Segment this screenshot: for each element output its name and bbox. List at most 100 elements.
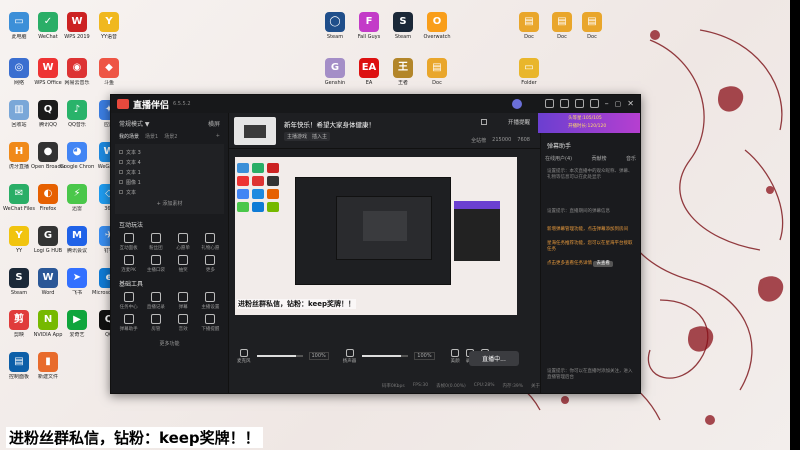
desktop-icon[interactable]: O Overwatch <box>420 12 454 40</box>
add-source-button[interactable]: + 添加素材 <box>119 197 220 210</box>
desktop-icon[interactable]: 王王者 <box>386 58 420 86</box>
desktop-icon[interactable]: G Genshin <box>318 58 352 86</box>
tab-online-users[interactable]: 在线用户(4) <box>545 155 572 162</box>
desktop-icon[interactable]: ♪ QQ音乐 <box>60 100 94 128</box>
stream-cover-thumbnail[interactable] <box>234 117 276 145</box>
close-icon[interactable]: ✕ <box>627 99 634 108</box>
rank-link[interactable]: 全站榜 <box>471 137 486 144</box>
desktop-icon[interactable]: M 腾讯会议 <box>60 226 94 254</box>
mic-volume-slider[interactable] <box>256 355 303 357</box>
checkbox[interactable] <box>119 150 123 154</box>
tab-music[interactable]: 音乐 <box>626 155 636 162</box>
desktop-icon[interactable]: Y YY语音 <box>92 12 126 40</box>
live-status-button[interactable]: 直播中... <box>469 351 519 366</box>
more-features-button[interactable]: 更多功能 <box>111 332 228 347</box>
bell-icon <box>205 314 216 324</box>
tool-pk[interactable]: 连麦PK <box>115 255 142 273</box>
app-icon: W <box>38 268 58 288</box>
tool-task-center[interactable]: 任务中心 <box>115 292 142 310</box>
app-icon: ♪ <box>67 100 87 120</box>
hint-text: 新增弹幕管理功能，点击弹幕添加到房间 <box>547 227 628 232</box>
tab-my-scenes[interactable]: 我的场景 <box>119 133 139 140</box>
desktop-icon[interactable]: ◯ Steam <box>318 12 352 40</box>
desktop-icon[interactable]: S Steam <box>386 12 420 40</box>
tool-pocket[interactable]: 主播口袋 <box>142 255 169 273</box>
gift-icon[interactable] <box>574 99 584 108</box>
list-item[interactable]: 文本 4 <box>119 157 220 167</box>
hint-text: 星海任务推荐功能，您可以在星海平台接取任务 <box>547 241 633 252</box>
orientation-toggle[interactable]: 横屏 <box>208 119 220 128</box>
app-icon: M <box>67 226 87 246</box>
beauty-button[interactable]: 美颜 <box>451 348 460 364</box>
list-item[interactable]: 文本 3 <box>119 147 220 157</box>
mic-volume-value[interactable]: 100% <box>308 352 329 360</box>
tool-sound-effect[interactable]: 音效 <box>170 314 197 332</box>
desktop-icon[interactable]: ◉ 网易云音乐 <box>60 58 94 86</box>
avatar[interactable] <box>512 99 522 109</box>
desktop-icon-label: Folder <box>521 80 537 86</box>
tool-barrage-helper[interactable]: 弹幕助手 <box>115 314 142 332</box>
category-tag[interactable]: 主播游戏 <box>284 132 311 141</box>
tab-scene-2[interactable]: 场景2 <box>164 133 177 140</box>
live-preview[interactable]: 进粉丝群私信，钻粉：keep奖牌！！ <box>235 157 517 315</box>
desktop-icon[interactable]: ▤ Doc <box>512 12 546 40</box>
app-icon: ▤ <box>582 12 602 32</box>
desktop-icon[interactable]: ▤ Doc <box>545 12 579 40</box>
tool-wishlist[interactable]: 心愿单 <box>170 233 197 251</box>
level-banner[interactable]: 头等星:105/105 开播时长:120/120 <box>538 113 640 133</box>
list-item[interactable]: 文本 <box>119 187 220 197</box>
maximize-icon[interactable]: ▢ <box>615 100 622 108</box>
desktop-icon[interactable]: ⚡ 迅雷 <box>60 184 94 212</box>
category-tag[interactable]: 插入主 <box>309 132 331 141</box>
tool-barrage[interactable]: 弹幕 <box>170 292 197 310</box>
tab-scene-1[interactable]: 场景1 <box>145 133 158 140</box>
mode-dropdown[interactable]: 常规模式 ▼ <box>119 119 150 128</box>
message-icon[interactable] <box>544 99 554 108</box>
minimize-icon[interactable]: – <box>605 99 609 108</box>
desktop-icon[interactable]: ▮ 新建文件 <box>31 352 65 380</box>
list-item[interactable]: 图像 1 <box>119 177 220 187</box>
desktop-icon-label: Genshin <box>324 80 346 86</box>
preview-desktop-icons <box>237 163 281 212</box>
app-icon: ▤ <box>427 58 447 78</box>
mic-control[interactable]: 麦克风 <box>237 348 251 364</box>
tool-gift-wish[interactable]: 礼物心愿 <box>197 233 224 251</box>
tool-label: 礼物心愿 <box>201 246 220 251</box>
tool-offline-reminder[interactable]: 下播提醒 <box>197 314 224 332</box>
speaker-volume-value[interactable]: 100% <box>414 352 435 360</box>
tool-more[interactable]: 更多 <box>197 255 224 273</box>
desktop-icon[interactable]: EA EA <box>352 58 386 86</box>
about-link[interactable]: 关于 <box>531 383 540 389</box>
live-reminder-link[interactable]: 开播提醒 <box>508 118 530 126</box>
tool-room-admin[interactable]: 房管 <box>142 314 169 332</box>
stream-title[interactable]: 新年快乐！希望大家身体健康！ <box>284 119 375 129</box>
desktop-icon[interactable]: ◕ Google Chrome <box>60 142 94 170</box>
speaker-volume-slider[interactable] <box>362 355 409 357</box>
edit-icon[interactable] <box>481 119 487 125</box>
tab-contribution[interactable]: 贡献榜 <box>592 155 607 162</box>
tool-interactive-panel[interactable]: 互动面板 <box>115 233 142 251</box>
checkbox[interactable] <box>119 160 123 164</box>
tool-label: 互动面板 <box>119 246 138 251</box>
checkbox[interactable] <box>119 190 123 194</box>
speaker-control[interactable]: 扬声器 <box>343 348 356 364</box>
desktop-icon[interactable]: ▤ Doc <box>575 12 609 40</box>
goto-button[interactable]: 去查看 <box>593 261 613 267</box>
tool-live-record[interactable]: 直播记录 <box>142 292 169 310</box>
list-item[interactable]: 文本 1 <box>119 167 220 177</box>
desktop-icon[interactable]: ▤ Doc <box>420 58 454 86</box>
desktop-icon[interactable]: F Fall Guys <box>352 12 386 40</box>
desktop-icon[interactable]: ▭ Folder <box>512 58 546 86</box>
menu-icon[interactable] <box>589 99 599 108</box>
desktop-icon[interactable]: ◆ 斗鱼 <box>92 58 126 86</box>
tool-fan-club[interactable]: 粉丝团 <box>142 233 169 251</box>
tool-lottery[interactable]: 抽奖 <box>170 255 197 273</box>
checkbox[interactable] <box>119 180 123 184</box>
desktop-icon[interactable]: ➤ 飞书 <box>60 268 94 296</box>
tool-anchor-settings[interactable]: 主播设置 <box>197 292 224 310</box>
headset-icon[interactable] <box>559 99 569 108</box>
checkbox[interactable] <box>119 170 123 174</box>
desktop-icon[interactable]: ▶ 爱奇艺 <box>60 310 94 338</box>
add-scene-button[interactable]: + <box>216 133 220 140</box>
desktop-icon[interactable]: W WPS 2019 <box>60 12 94 40</box>
